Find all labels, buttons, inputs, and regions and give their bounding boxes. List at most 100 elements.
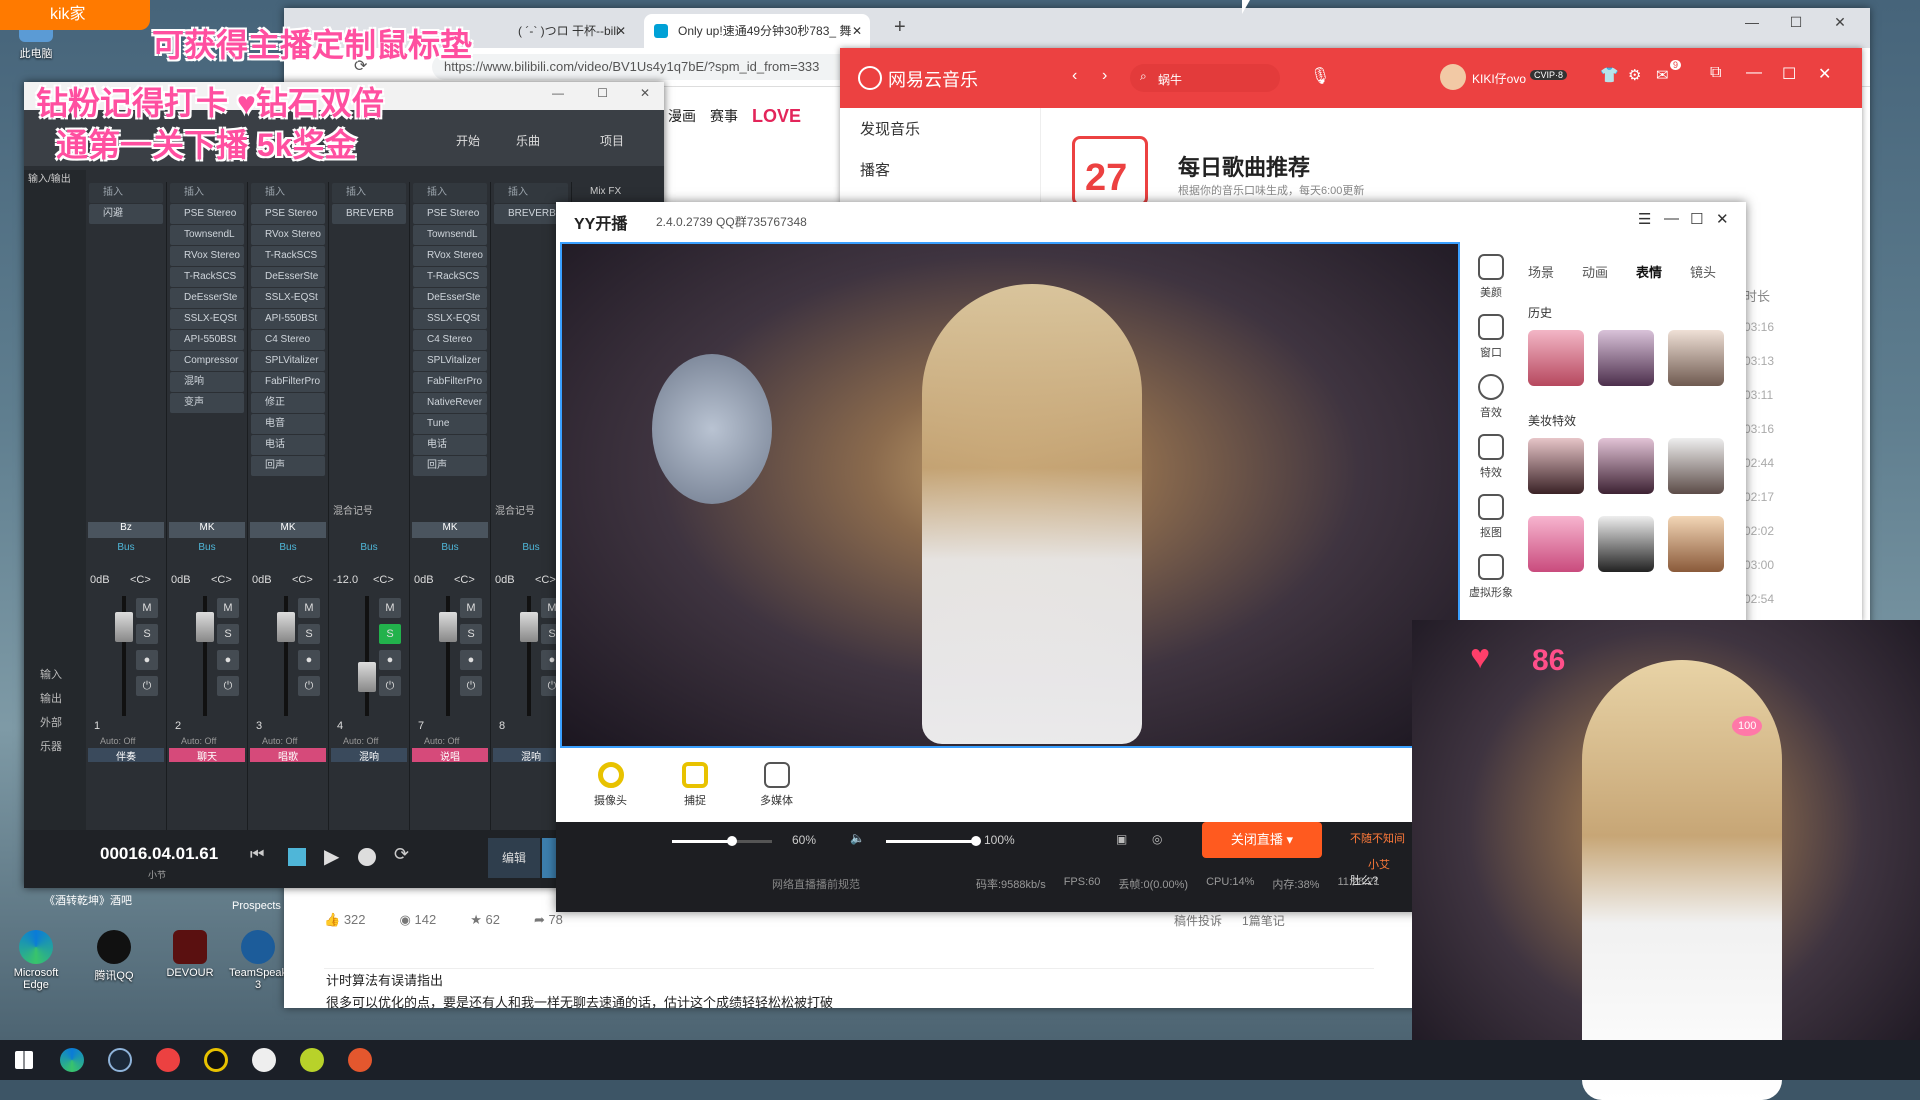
search-box[interactable]: ⌕ 蜗牛: [1130, 64, 1280, 92]
volume-fader[interactable]: [520, 612, 538, 642]
external-label[interactable]: 外部: [40, 714, 62, 730]
power-icon[interactable]: ⏻: [460, 676, 482, 696]
minimize-icon[interactable]: —: [1746, 64, 1762, 82]
mute-button[interactable]: M: [217, 598, 239, 618]
media-source-button[interactable]: 多媒体: [760, 762, 793, 808]
insert-slot[interactable]: TownsendL: [170, 225, 244, 245]
nav-love[interactable]: LOVE: [752, 106, 801, 127]
insert-slot[interactable]: T-RackSCS: [251, 246, 325, 266]
settings-icon[interactable]: ◎: [1152, 832, 1162, 846]
effect-thumbnail[interactable]: [1598, 330, 1654, 386]
power-icon[interactable]: ⏻: [136, 676, 158, 696]
sidebar-item-discover[interactable]: 发现音乐: [840, 108, 1040, 149]
insert-header[interactable]: 插入: [170, 183, 244, 203]
desktop-icon-devour[interactable]: DEVOUR: [158, 930, 222, 979]
forward-icon[interactable]: ›: [1102, 67, 1107, 85]
automation-mode[interactable]: Auto: Off: [181, 736, 216, 746]
desktop-icon-edge[interactable]: Microsoft Edge: [4, 930, 68, 991]
insert-slot[interactable]: SPLVitalizer: [413, 351, 487, 371]
tab-animation[interactable]: 动画: [1582, 262, 1608, 281]
solo-button[interactable]: S: [460, 624, 482, 644]
notes-link[interactable]: 1篇笔记: [1242, 912, 1285, 929]
record-arm-icon[interactable]: ●: [217, 650, 239, 670]
channel-output[interactable]: Bus: [412, 542, 488, 558]
speaker-icon[interactable]: 🔈: [850, 831, 865, 845]
solo-button[interactable]: S: [379, 624, 401, 644]
maximize-icon[interactable]: ☐: [1690, 210, 1703, 228]
insert-slot[interactable]: SPLVitalizer: [251, 351, 325, 371]
window-tool[interactable]: 窗口: [1468, 314, 1514, 360]
username[interactable]: KIKI仔ovo: [1472, 70, 1526, 87]
stop-live-button[interactable]: 关闭直播 ▾: [1202, 822, 1322, 858]
insert-slot[interactable]: 电音: [251, 414, 325, 434]
mini-mode-icon[interactable]: ⧉: [1710, 64, 1721, 82]
pan-knob[interactable]: <C>: [211, 574, 232, 586]
automation-mode[interactable]: Auto: Off: [100, 736, 135, 746]
pan-knob[interactable]: <C>: [292, 574, 313, 586]
record-arm-icon[interactable]: ●: [379, 650, 401, 670]
taskbar-app[interactable]: [288, 1040, 336, 1080]
new-tab-icon[interactable]: +: [894, 16, 906, 39]
channel-gain[interactable]: 0dB: [414, 574, 434, 586]
channel-gain[interactable]: 0dB: [90, 574, 110, 586]
volume-fader[interactable]: [196, 612, 214, 642]
avatar[interactable]: [1440, 64, 1466, 90]
effect-thumbnail[interactable]: [1668, 330, 1724, 386]
pan-knob[interactable]: <C>: [373, 574, 394, 586]
capture-source-button[interactable]: 捕捉: [682, 762, 708, 808]
back-icon[interactable]: ‹: [1072, 67, 1077, 85]
skin-icon[interactable]: 👕: [1600, 66, 1619, 84]
channel-gain[interactable]: 0dB: [171, 574, 191, 586]
close-icon[interactable]: ✕: [1818, 14, 1862, 38]
insert-slot[interactable]: SSLX-EQSt: [413, 309, 487, 329]
close-icon[interactable]: ✕: [1818, 64, 1831, 84]
insert-slot[interactable]: SSLX-EQSt: [251, 288, 325, 308]
close-icon[interactable]: ✕: [1716, 210, 1729, 228]
report-link[interactable]: 稿件投诉: [1174, 912, 1222, 929]
insert-header[interactable]: 插入: [494, 183, 568, 203]
insert-slot[interactable]: RVox Stereo: [413, 246, 487, 266]
tab-camera[interactable]: 镜头: [1690, 262, 1716, 281]
minimize-icon[interactable]: —: [1730, 14, 1774, 38]
play-icon[interactable]: ▶: [324, 844, 339, 869]
channel-gain[interactable]: 0dB: [495, 574, 515, 586]
effect-thumbnail[interactable]: [1598, 516, 1654, 572]
record-icon[interactable]: [358, 848, 376, 866]
insert-slot[interactable]: FabFilterPro: [251, 372, 325, 392]
avatar-tool[interactable]: 虚拟形象: [1468, 554, 1514, 600]
cutout-tool[interactable]: 抠图: [1468, 494, 1514, 540]
insert-slot[interactable]: T-RackSCS: [170, 267, 244, 287]
close-tab-icon[interactable]: ✕: [852, 14, 862, 48]
effect-thumbnail[interactable]: [1668, 516, 1724, 572]
insert-header[interactable]: 插入: [89, 183, 163, 203]
insert-slot[interactable]: RVox Stereo: [170, 246, 244, 266]
browser-tab[interactable]: ( ´-` )つロ 干杯--bili ✕: [484, 14, 634, 48]
insert-slot[interactable]: 电话: [251, 435, 325, 455]
channel-name[interactable]: Bz: [88, 522, 164, 538]
automation-mode[interactable]: Auto: Off: [424, 736, 459, 746]
record-video-icon[interactable]: ▣: [1116, 832, 1127, 846]
insert-header[interactable]: 插入: [251, 183, 325, 203]
power-icon[interactable]: ⏻: [217, 676, 239, 696]
favorite-button[interactable]: ★ 62: [470, 912, 500, 928]
minimize-icon[interactable]: —: [1664, 210, 1679, 227]
mic-volume-slider[interactable]: [672, 836, 772, 846]
insert-slot[interactable]: DeEsserSte: [251, 267, 325, 287]
channel-name[interactable]: [331, 522, 407, 538]
edit-tab[interactable]: 编辑: [488, 838, 540, 878]
channel-output[interactable]: Bus: [250, 542, 326, 558]
channel-output[interactable]: Bus: [88, 542, 164, 558]
channel-output[interactable]: Bus: [169, 542, 245, 558]
effect-thumbnail[interactable]: [1668, 438, 1724, 494]
volume-fader[interactable]: [277, 612, 295, 642]
start-button[interactable]: [0, 1040, 48, 1080]
search-input[interactable]: 蜗牛: [1158, 71, 1182, 88]
volume-fader[interactable]: [115, 612, 133, 642]
browser-tab-active[interactable]: Only up!速通49分钟30秒783_ 舞 ✕: [644, 14, 870, 48]
live-rules-link[interactable]: 网络直播播前规范: [772, 876, 860, 892]
solo-button[interactable]: S: [298, 624, 320, 644]
output-label[interactable]: 输出: [40, 690, 62, 706]
nav-esports[interactable]: 赛事: [710, 106, 738, 127]
insert-slot[interactable]: 变声: [170, 393, 244, 413]
record-arm-icon[interactable]: ●: [298, 650, 320, 670]
